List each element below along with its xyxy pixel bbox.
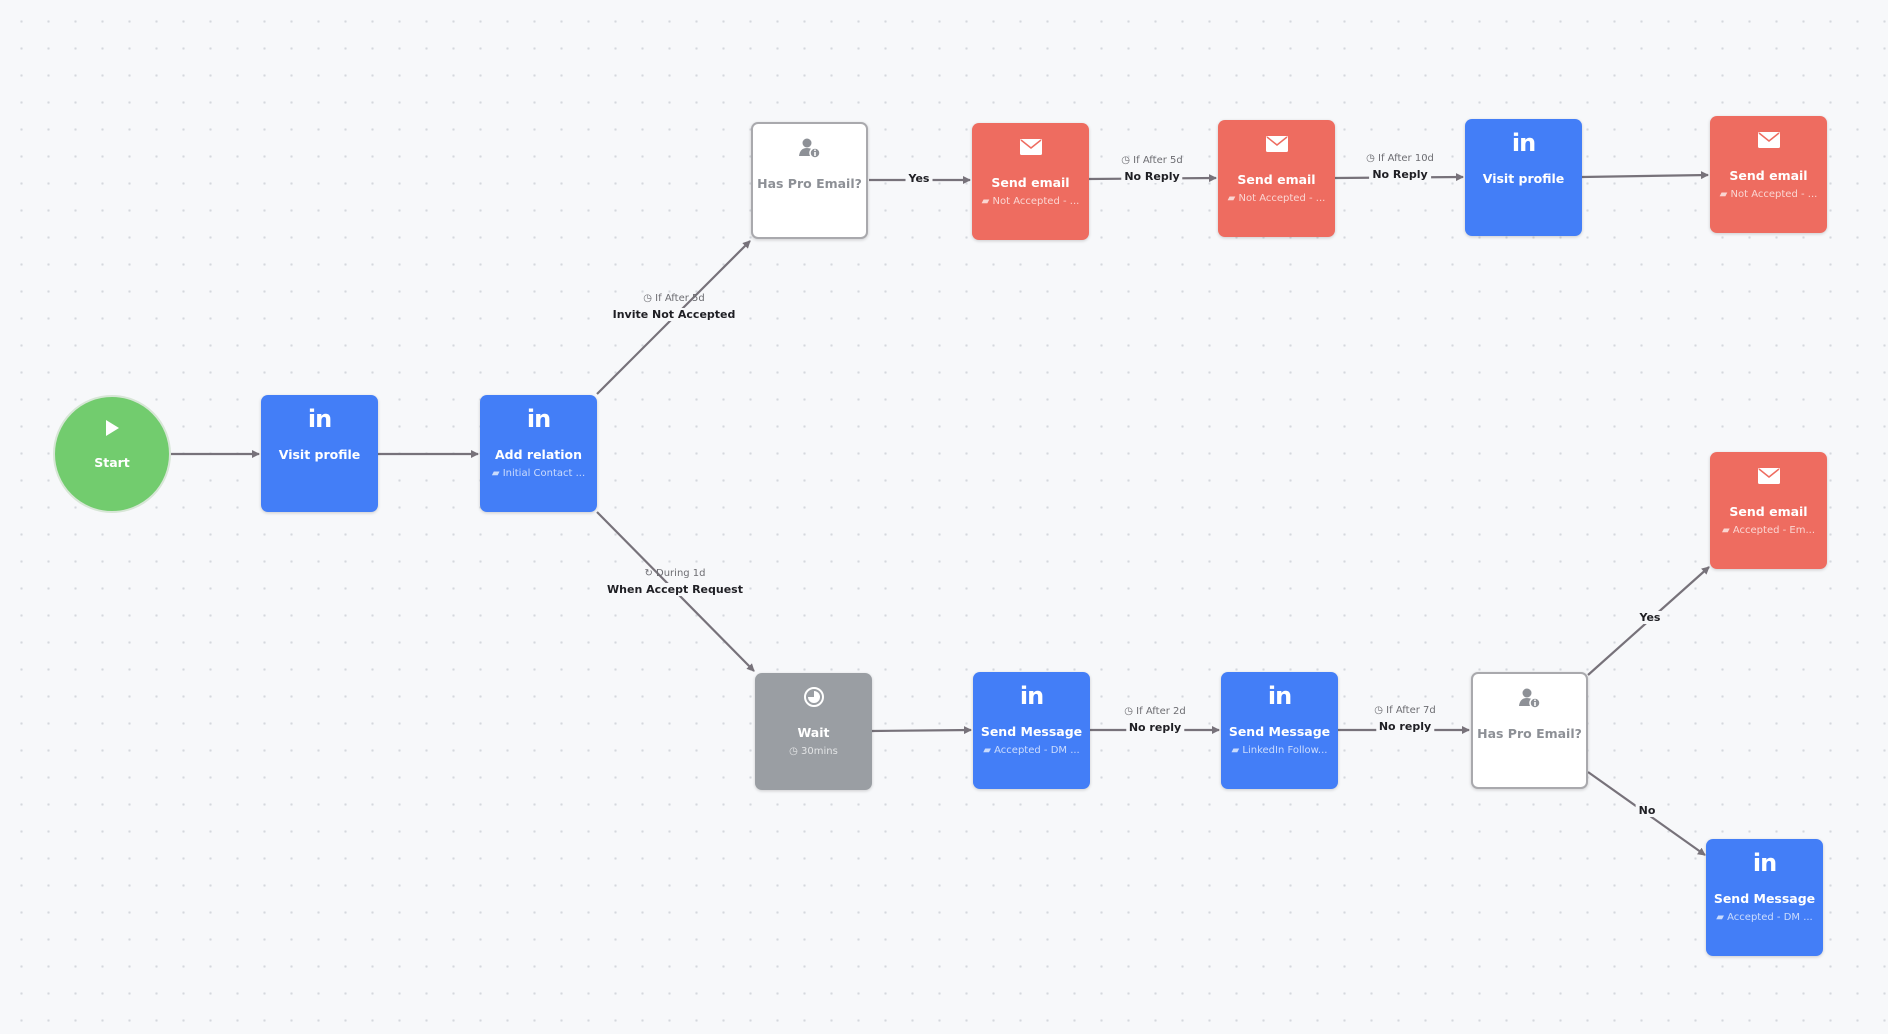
edge-label-no-reply-7d: ◷ If After 7d No reply bbox=[1374, 705, 1436, 733]
node-send-message-1[interactable]: in Send Message ▰ Accepted - DM ... bbox=[973, 672, 1090, 789]
clock-icon: ◷ bbox=[1121, 155, 1134, 166]
node-send-email-2[interactable]: Send email ▰ Not Accepted - ... bbox=[1218, 120, 1335, 237]
edge-label-invite-not-accepted: ◷ If After 5d Invite Not Accepted bbox=[609, 291, 739, 323]
envelope-icon bbox=[972, 133, 1089, 161]
clock-icon: ◷ bbox=[1124, 706, 1137, 717]
node-send-email-accepted[interactable]: Send email ▰ Accepted - Em... bbox=[1710, 452, 1827, 569]
node-send-message-2[interactable]: in Send Message ▰ LinkedIn Follow... bbox=[1221, 672, 1338, 789]
node-wait[interactable]: Wait ◷ 30mins bbox=[755, 673, 872, 790]
linkedin-icon: in bbox=[1019, 682, 1044, 710]
node-visit-profile-2[interactable]: in Visit profile bbox=[1465, 119, 1582, 236]
linkedin-icon: in bbox=[307, 405, 332, 433]
node-send-message-3[interactable]: in Send Message ▰ Accepted - DM ... bbox=[1706, 839, 1823, 956]
edge-label-no-2: No bbox=[1635, 803, 1659, 819]
message-icon: ▰ bbox=[1719, 189, 1731, 200]
message-icon: ▰ bbox=[491, 468, 503, 479]
message-icon: ▰ bbox=[981, 196, 993, 207]
edge-label-yes-2: Yes bbox=[1636, 610, 1664, 626]
node-add-relation[interactable]: in Add relation ▰ Initial Contact ... bbox=[480, 395, 597, 512]
node-send-email-3[interactable]: Send email ▰ Not Accepted - ... bbox=[1710, 116, 1827, 233]
start-node[interactable]: Start bbox=[53, 395, 171, 513]
envelope-icon bbox=[1710, 462, 1827, 490]
message-icon: ▰ bbox=[1231, 745, 1243, 756]
person-info-icon bbox=[753, 134, 866, 162]
edge-label-yes-1: Yes bbox=[905, 171, 933, 187]
sync-icon: ↻ bbox=[644, 568, 657, 579]
clock-icon: ◷ bbox=[1374, 705, 1387, 716]
edge-label-no-reply-2d: ◷ If After 2d No reply bbox=[1124, 706, 1186, 734]
edges-layer bbox=[171, 171, 1710, 856]
play-icon bbox=[55, 419, 169, 437]
clock-icon: ◷ bbox=[789, 746, 802, 757]
message-icon: ▰ bbox=[983, 745, 995, 756]
edge-visit2-email3[interactable] bbox=[1581, 171, 1709, 180]
node-has-pro-email-2[interactable]: Has Pro Email? bbox=[1471, 672, 1588, 789]
clock-icon bbox=[755, 683, 872, 711]
edge-label-accept-request: ↻ During 1d When Accept Request bbox=[604, 566, 746, 598]
edge-label-no-reply-10d: ◷ If After 10d No Reply bbox=[1366, 153, 1434, 181]
node-has-pro-email-1[interactable]: Has Pro Email? bbox=[751, 122, 868, 239]
linkedin-icon: in bbox=[526, 405, 551, 433]
envelope-icon bbox=[1710, 126, 1827, 154]
message-icon: ▰ bbox=[1721, 525, 1733, 536]
clock-icon: ◷ bbox=[643, 293, 656, 304]
node-visit-profile-1[interactable]: in Visit profile bbox=[261, 395, 378, 512]
person-info-icon bbox=[1473, 684, 1586, 712]
linkedin-icon: in bbox=[1752, 849, 1777, 877]
edge-label-no-reply-5d: ◷ If After 5d No Reply bbox=[1121, 155, 1183, 183]
edge-wait-msg1[interactable] bbox=[871, 726, 972, 735]
node-send-email-1[interactable]: Send email ▰ Not Accepted - ... bbox=[972, 123, 1089, 240]
message-icon: ▰ bbox=[1227, 193, 1239, 204]
linkedin-icon: in bbox=[1511, 129, 1536, 157]
envelope-icon bbox=[1218, 130, 1335, 158]
linkedin-icon: in bbox=[1267, 682, 1292, 710]
message-icon: ▰ bbox=[1716, 912, 1728, 923]
clock-icon: ◷ bbox=[1366, 153, 1378, 164]
